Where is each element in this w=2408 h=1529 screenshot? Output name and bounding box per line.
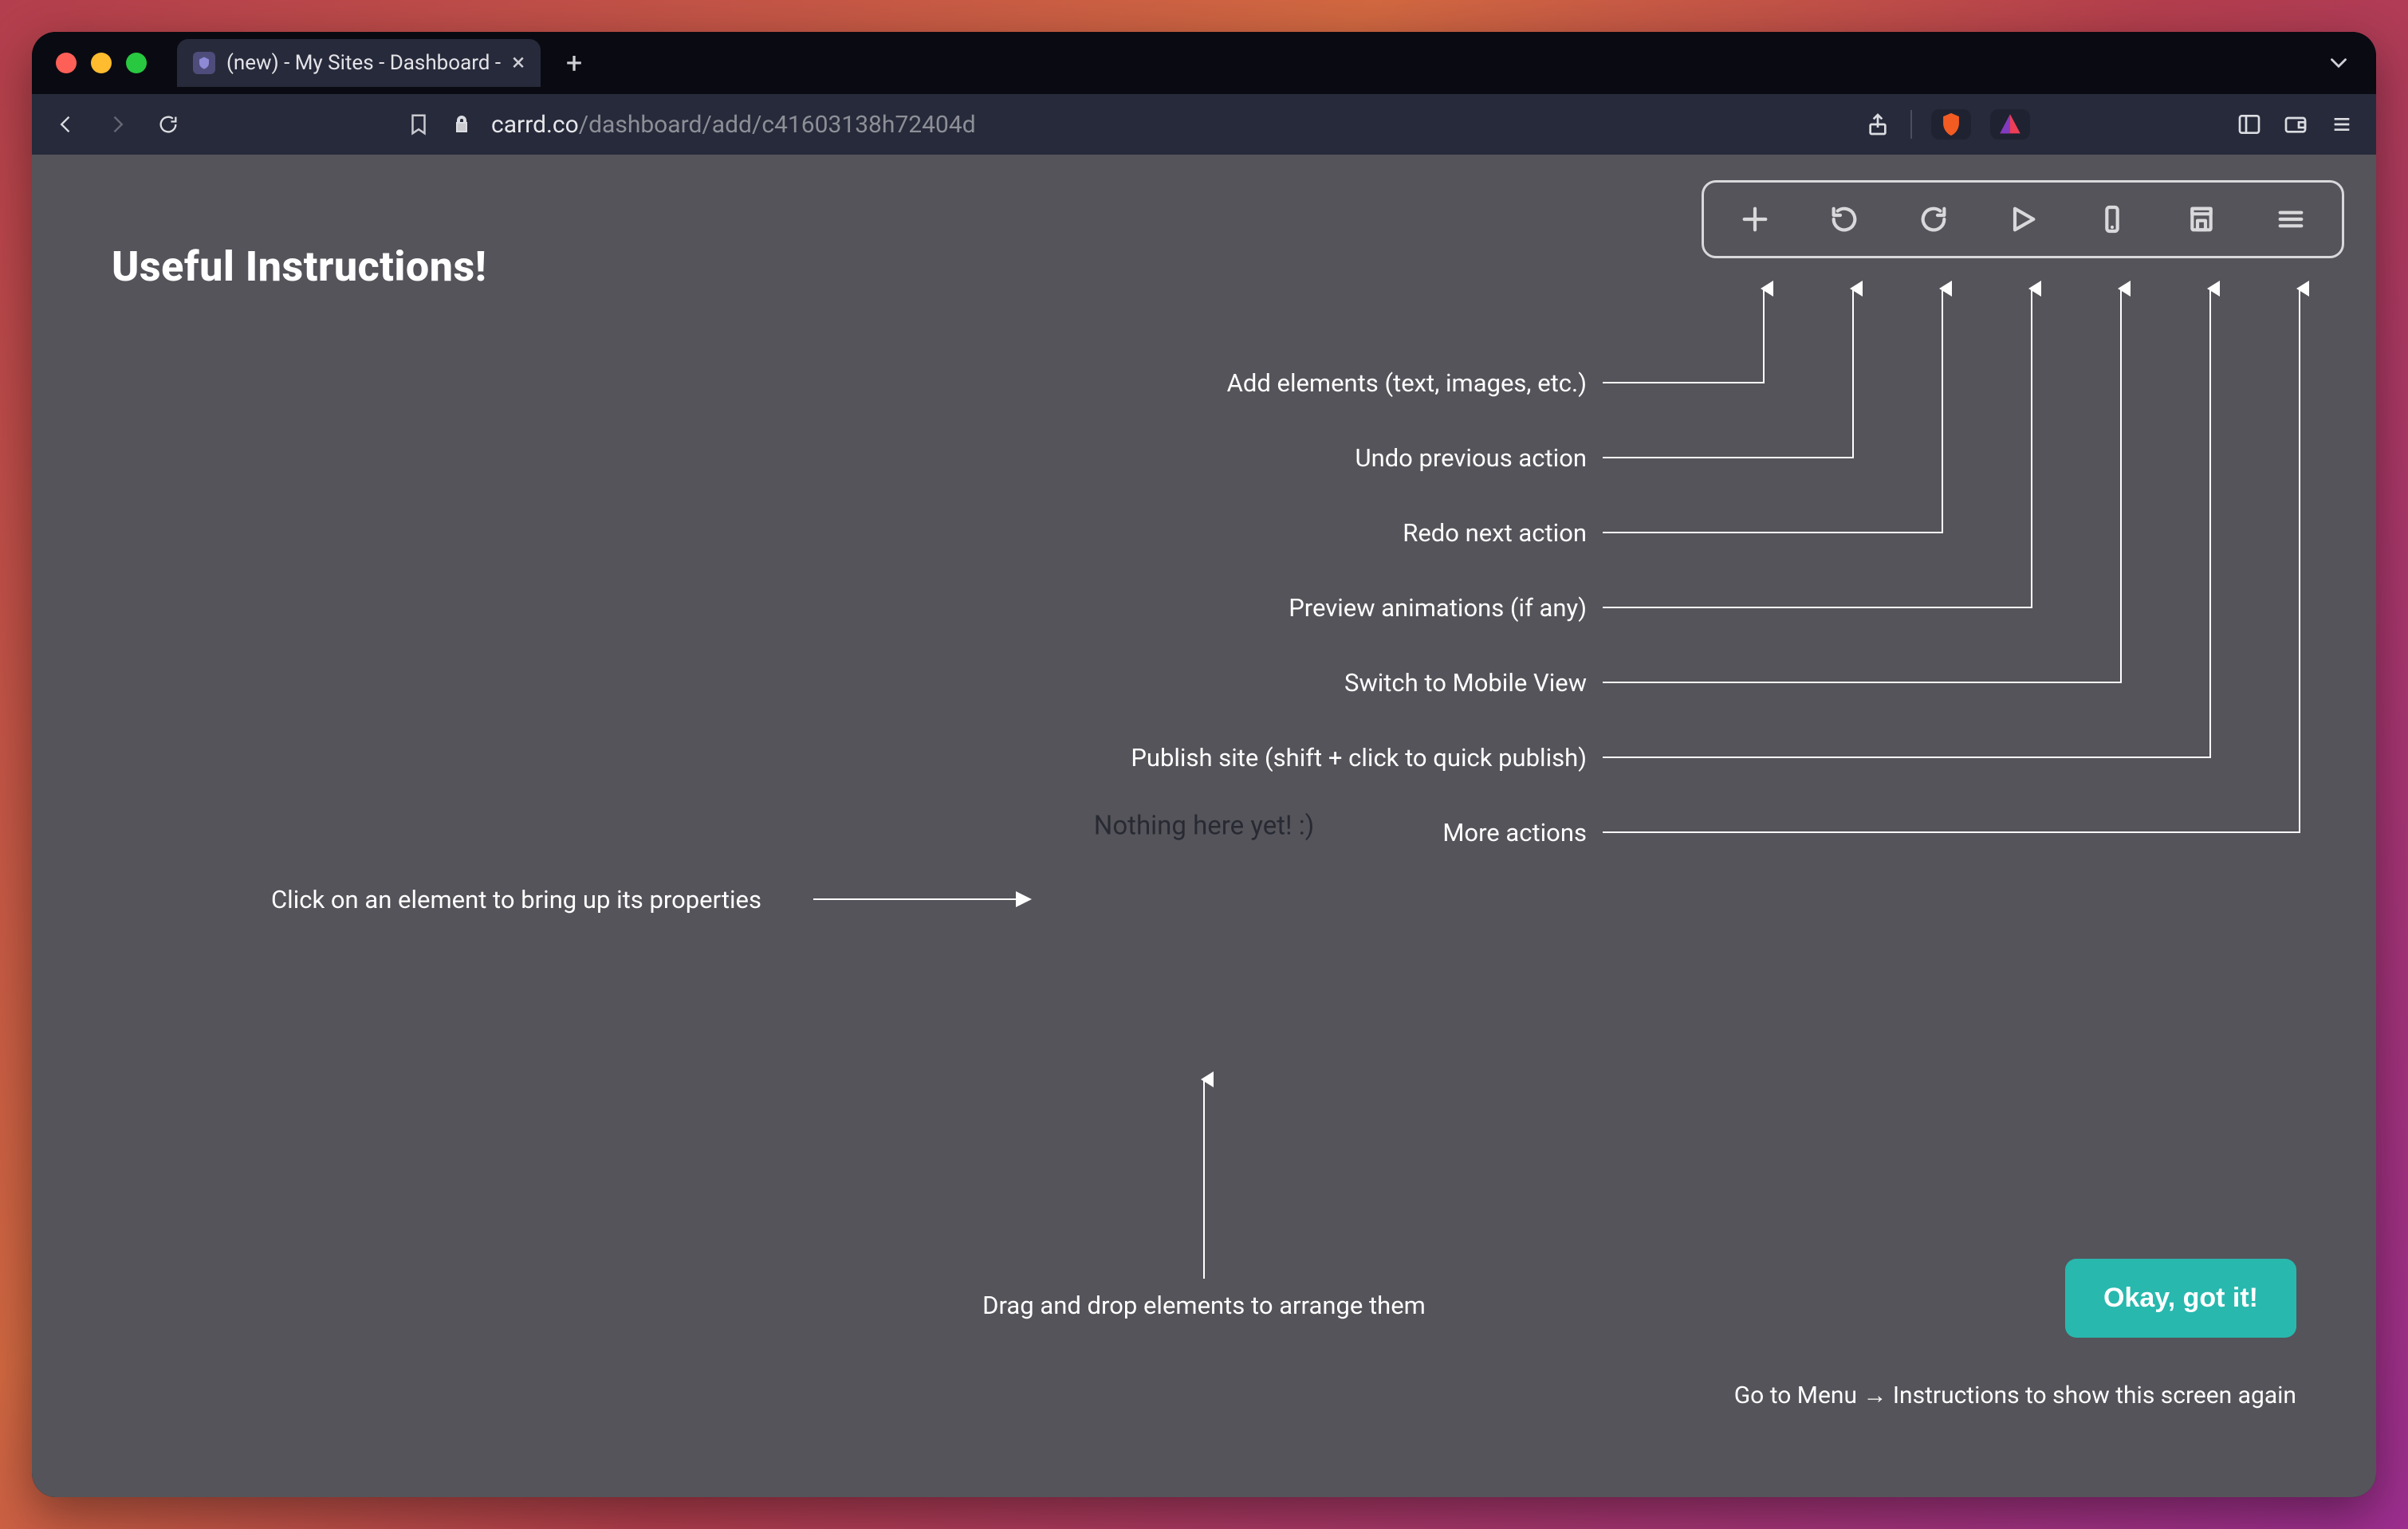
bookmark-button[interactable] [405,111,432,138]
redo-button[interactable] [1889,189,1978,250]
new-tab-button[interactable]: + [557,45,592,81]
divider [1910,110,1912,139]
editor-canvas: Useful Instructions! Nothing here yet! :… [32,155,2376,1497]
url-host: carrd.co [491,111,579,139]
forward-button [104,111,131,138]
footer-note: Go to Menu → Instructions to show this s… [1734,1382,2296,1409]
tabs-menu-button[interactable] [2325,49,2352,80]
instruction-add: Add elements (text, images, etc.) [1227,368,1587,398]
maximize-window-button[interactable] [126,53,147,73]
instruction-click-element: Click on an element to bring up its prop… [271,885,761,914]
share-button[interactable] [1864,111,1891,138]
tab-strip: (new) - My Sites - Dashboard - × + [32,32,2376,94]
mobile-view-button[interactable] [2068,189,2157,250]
more-actions-button[interactable] [2246,189,2335,250]
window-controls [56,53,147,73]
browser-window: (new) - My Sites - Dashboard - × + [32,32,2376,1497]
instruction-undo: Undo previous action [1355,443,1587,473]
instruction-mobile: Switch to Mobile View [1344,668,1587,698]
close-window-button[interactable] [56,53,77,73]
brave-rewards-button[interactable] [1990,109,2030,140]
page-title: Useful Instructions! [112,242,486,291]
preview-button[interactable] [1978,189,2068,250]
undo-button[interactable] [1800,189,1889,250]
canvas-placeholder: Nothing here yet! :) [1094,811,1314,842]
okay-got-it-button[interactable]: Okay, got it! [2065,1259,2296,1338]
close-tab-button[interactable]: × [512,51,525,75]
tab-favicon [193,52,215,74]
wallet-button[interactable] [2282,111,2309,138]
reload-button[interactable] [155,111,182,138]
url-path: /dashboard/add/c41603138h72404d [579,111,976,139]
instruction-drag-drop: Drag and drop elements to arrange them [982,1291,1426,1320]
instruction-redo: Redo next action [1403,518,1587,548]
url-field[interactable]: carrd.co/dashboard/add/c41603138h72404d [491,111,976,139]
lock-icon [448,111,475,138]
instruction-more: More actions [1442,818,1587,847]
brave-shields-button[interactable] [1931,109,1971,140]
instruction-preview: Preview animations (if any) [1289,593,1587,623]
add-element-button[interactable] [1710,189,1800,250]
browser-tab[interactable]: (new) - My Sites - Dashboard - × [177,39,541,87]
browser-menu-button[interactable] [2328,111,2355,138]
address-bar: carrd.co/dashboard/add/c41603138h72404d [32,94,2376,155]
back-button[interactable] [53,111,80,138]
instruction-publish: Publish site (shift + click to quick pub… [1131,743,1587,772]
minimize-window-button[interactable] [91,53,112,73]
editor-toolbar [1702,180,2344,258]
publish-button[interactable] [2157,189,2246,250]
sidebar-toggle-button[interactable] [2236,111,2263,138]
tab-title: (new) - My Sites - Dashboard - [226,51,501,75]
